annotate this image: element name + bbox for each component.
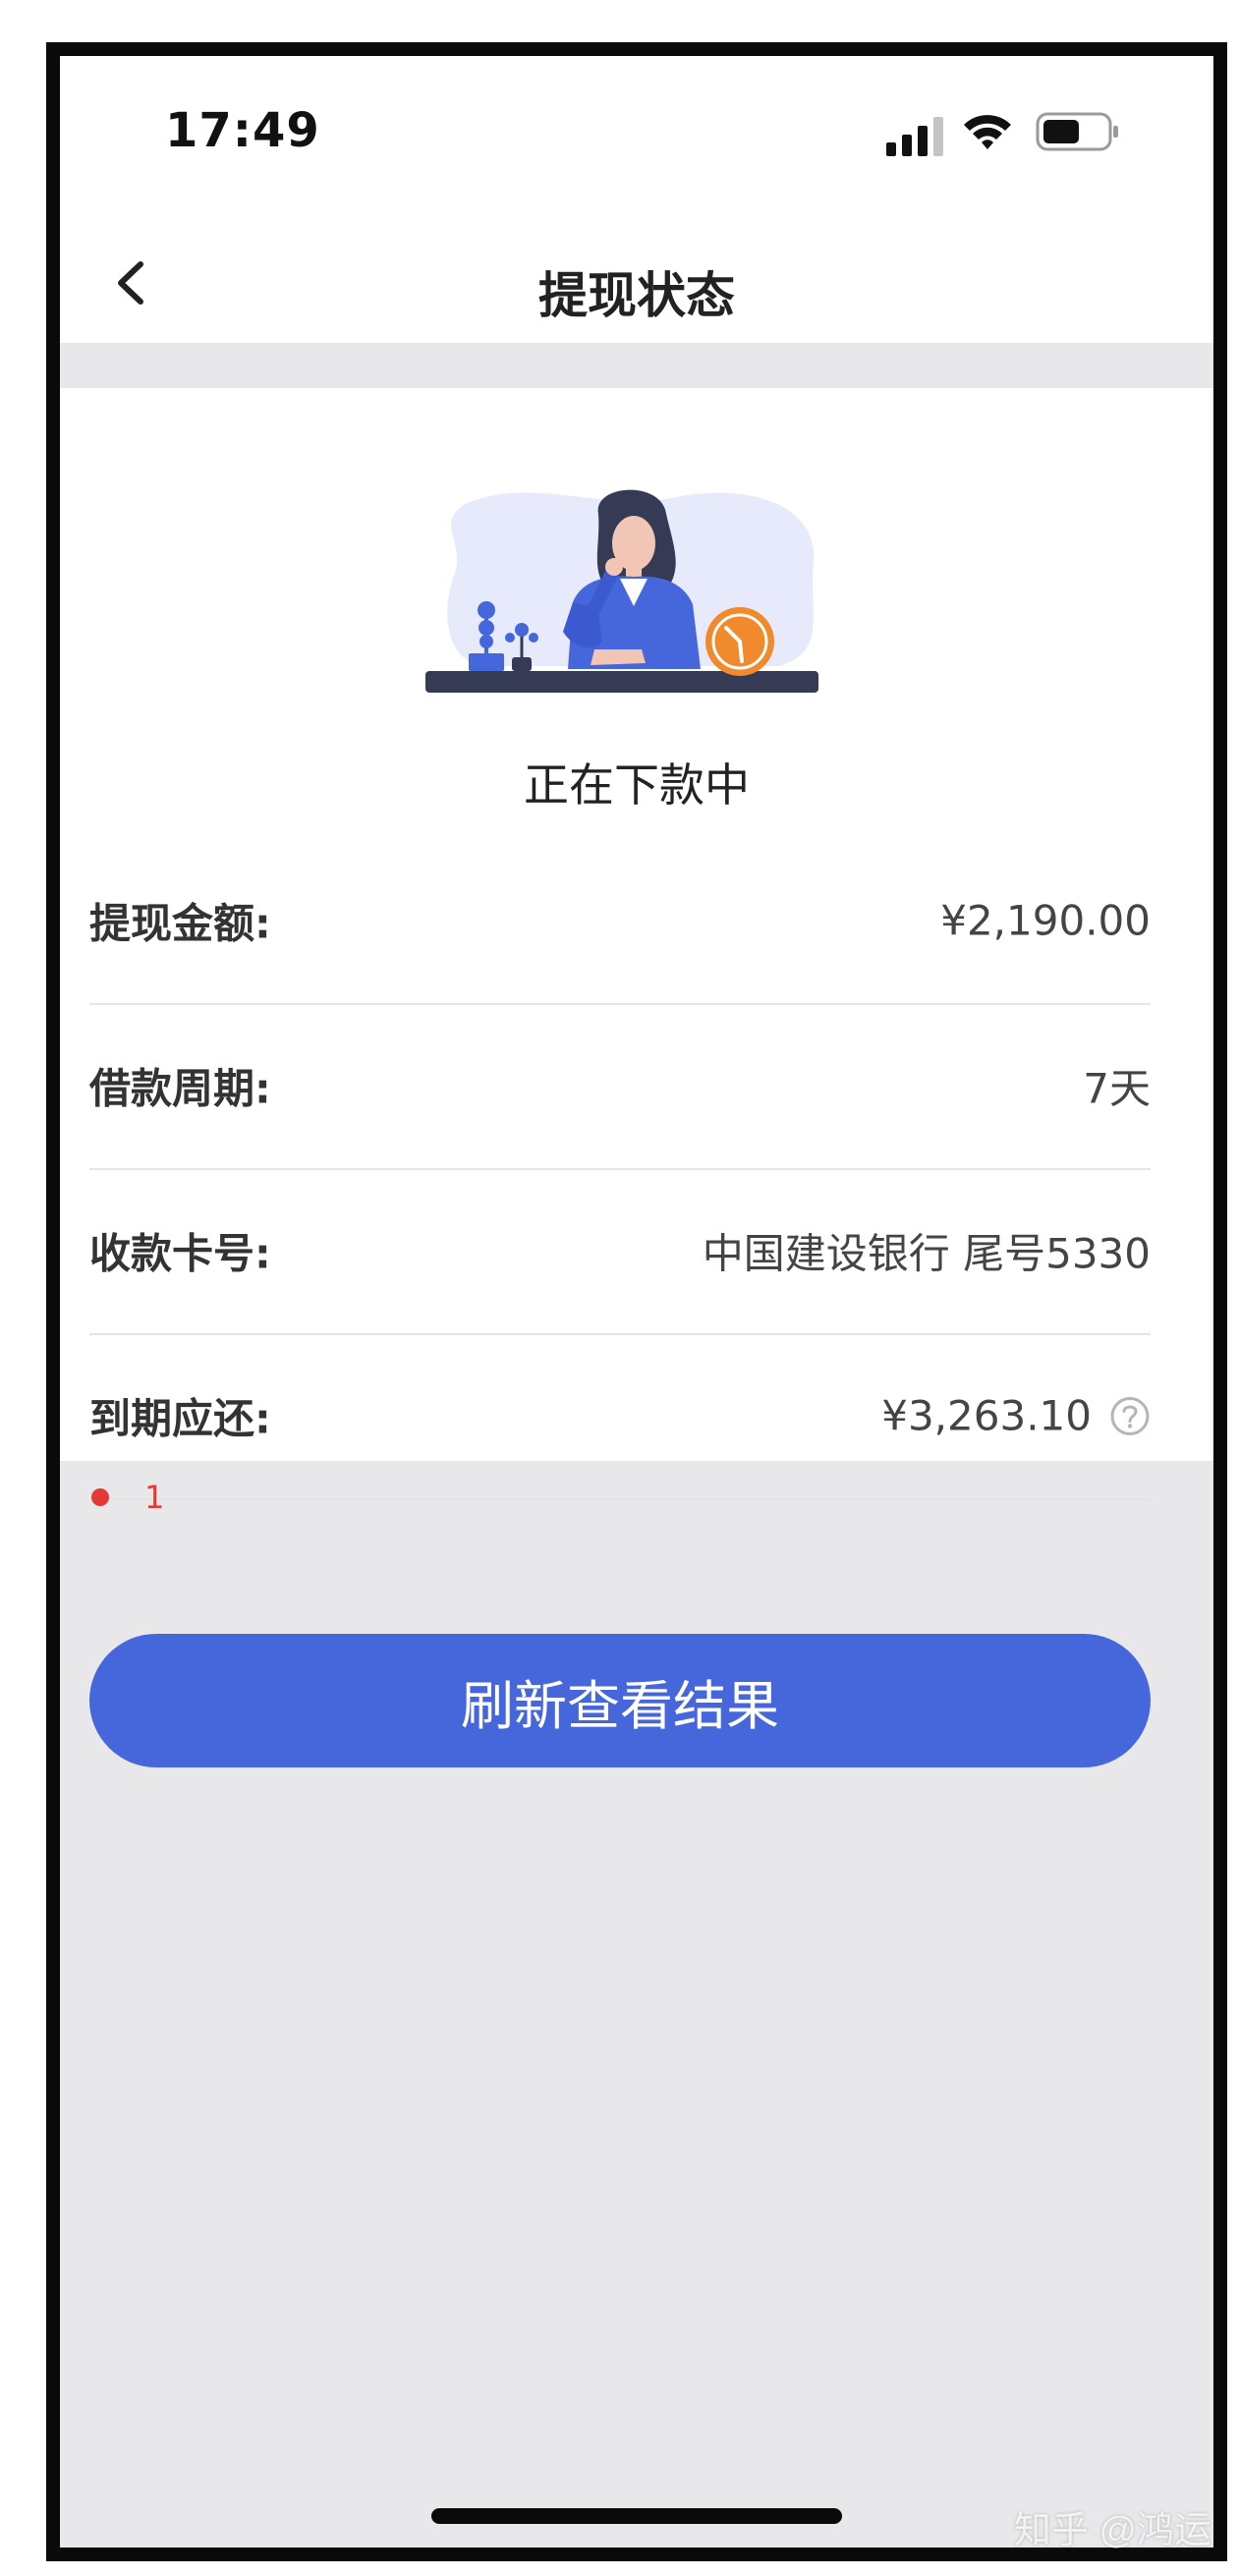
detail-label: 提现金额: (89, 899, 271, 948)
page-title: 提现状态 (538, 267, 735, 324)
home-indicator[interactable] (431, 2508, 842, 2524)
cellular-signal-icon (886, 117, 943, 156)
detail-value: 中国建设银行 尾号5330 (702, 1229, 1151, 1278)
detail-value: ¥3,263.10 (881, 1391, 1092, 1440)
detail-row-amount: 提现金额: ¥2,190.00 (89, 838, 1151, 1005)
battery-icon (1036, 112, 1118, 151)
detail-row-due: 到期应还: ¥3,263.10 (89, 1333, 1151, 1500)
detail-row-period: 借款周期: 7天 (89, 1003, 1151, 1170)
help-question-icon[interactable] (1109, 1395, 1151, 1436)
detail-label: 收款卡号: (89, 1229, 271, 1278)
woman-waiting-illustration (425, 489, 818, 693)
red-dot-icon (91, 1488, 109, 1506)
detail-value: ¥2,190.00 (940, 896, 1151, 945)
status-message: 正在下款中 (524, 758, 750, 812)
status-time: 17:49 (165, 103, 320, 158)
notice-text: 1 (144, 1479, 165, 1516)
watermark: 知乎 @鸿运 (1013, 2510, 1211, 2551)
nav-bar: 提现状态 (60, 223, 1213, 343)
phone-screen: 17:49 提现状态 正在下款中 提现金额: ¥2,190.00 借款周期: 7… (46, 42, 1227, 2561)
withdrawal-status-card: 正在下款中 提现金额: ¥2,190.00 借款周期: 7天 收款卡号: 中国建… (60, 388, 1213, 1500)
status-bar: 17:49 (60, 56, 1213, 223)
detail-label: 到期应还: (89, 1394, 271, 1443)
wifi-icon (964, 115, 1011, 149)
detail-value: 7天 (1083, 1064, 1151, 1113)
refresh-result-button[interactable]: 刷新查看结果 (89, 1634, 1151, 1767)
detail-label: 借款周期: (89, 1064, 271, 1113)
detail-row-card: 收款卡号: 中国建设银行 尾号5330 (89, 1168, 1151, 1335)
notice-line: 1 (91, 1479, 164, 1516)
